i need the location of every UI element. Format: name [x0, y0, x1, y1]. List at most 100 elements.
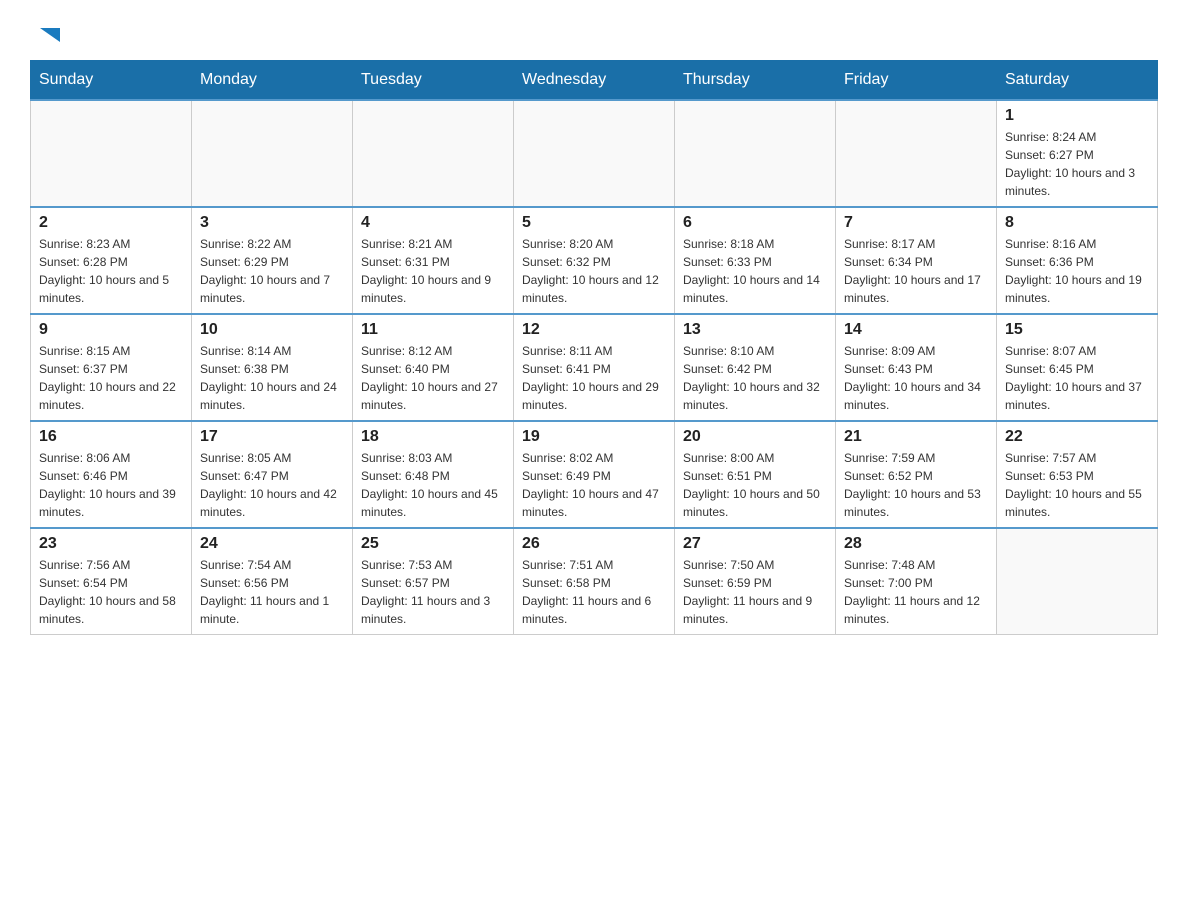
calendar-cell: 21 Sunrise: 7:59 AMSunset: 6:52 PMDayligh… — [836, 421, 997, 528]
day-number: 14 — [844, 321, 988, 339]
calendar-cell — [675, 100, 836, 207]
weekday-header-saturday: Saturday — [997, 61, 1158, 101]
calendar-cell: 17 Sunrise: 8:05 AMSunset: 6:47 PMDayligh… — [192, 421, 353, 528]
calendar-cell: 16 Sunrise: 8:06 AMSunset: 6:46 PMDayligh… — [31, 421, 192, 528]
day-info: Sunrise: 7:54 AMSunset: 6:56 PMDaylight:… — [200, 556, 344, 628]
day-info: Sunrise: 8:16 AMSunset: 6:36 PMDaylight:… — [1005, 235, 1149, 307]
weekday-header-thursday: Thursday — [675, 61, 836, 101]
calendar-week-row: 23 Sunrise: 7:56 AMSunset: 6:54 PMDayligh… — [31, 528, 1158, 635]
day-info: Sunrise: 8:18 AMSunset: 6:33 PMDaylight:… — [683, 235, 827, 307]
day-number: 7 — [844, 214, 988, 232]
calendar-cell — [997, 528, 1158, 635]
calendar-cell: 22 Sunrise: 7:57 AMSunset: 6:53 PMDayligh… — [997, 421, 1158, 528]
calendar-cell: 2 Sunrise: 8:23 AMSunset: 6:28 PMDaylight… — [31, 207, 192, 314]
calendar-cell: 24 Sunrise: 7:54 AMSunset: 6:56 PMDayligh… — [192, 528, 353, 635]
calendar-cell — [836, 100, 997, 207]
day-number: 2 — [39, 214, 183, 232]
calendar-week-row: 9Sunrise: 8:15 AMSunset: 6:37 PMDaylight… — [31, 314, 1158, 421]
day-number: 12 — [522, 321, 666, 339]
day-number: 20 — [683, 428, 827, 446]
day-info: Sunrise: 8:23 AMSunset: 6:28 PMDaylight:… — [39, 235, 183, 307]
day-info: Sunrise: 8:12 AMSunset: 6:40 PMDaylight:… — [361, 342, 505, 414]
day-number: 21 — [844, 428, 988, 446]
day-info: Sunrise: 7:59 AMSunset: 6:52 PMDaylight:… — [844, 449, 988, 521]
calendar-week-row: 2 Sunrise: 8:23 AMSunset: 6:28 PMDaylight… — [31, 207, 1158, 314]
day-number: 27 — [683, 535, 827, 553]
day-info: Sunrise: 8:10 AMSunset: 6:42 PMDaylight:… — [683, 342, 827, 414]
calendar-cell: 15Sunrise: 8:07 AMSunset: 6:45 PMDayligh… — [997, 314, 1158, 421]
day-number: 3 — [200, 214, 344, 232]
calendar-cell: 10 Sunrise: 8:14 AMSunset: 6:38 PMDayligh… — [192, 314, 353, 421]
calendar-cell: 28 Sunrise: 7:48 AMSunset: 7:00 PMDayligh… — [836, 528, 997, 635]
calendar-cell: 13 Sunrise: 8:10 AMSunset: 6:42 PMDayligh… — [675, 314, 836, 421]
day-number: 22 — [1005, 428, 1149, 446]
day-info: Sunrise: 8:03 AMSunset: 6:48 PMDaylight:… — [361, 449, 505, 521]
day-info: Sunrise: 7:56 AMSunset: 6:54 PMDaylight:… — [39, 556, 183, 628]
calendar-cell: 3 Sunrise: 8:22 AMSunset: 6:29 PMDaylight… — [192, 207, 353, 314]
weekday-header-tuesday: Tuesday — [353, 61, 514, 101]
day-number: 16 — [39, 428, 183, 446]
day-info: Sunrise: 7:51 AMSunset: 6:58 PMDaylight:… — [522, 556, 666, 628]
calendar-cell: 23 Sunrise: 7:56 AMSunset: 6:54 PMDayligh… — [31, 528, 192, 635]
day-number: 13 — [683, 321, 827, 339]
day-number: 25 — [361, 535, 505, 553]
calendar-cell: 7 Sunrise: 8:17 AMSunset: 6:34 PMDaylight… — [836, 207, 997, 314]
logo-triangle-icon — [32, 20, 62, 50]
calendar-cell: 14 Sunrise: 8:09 AMSunset: 6:43 PMDayligh… — [836, 314, 997, 421]
day-info: Sunrise: 8:20 AMSunset: 6:32 PMDaylight:… — [522, 235, 666, 307]
day-info: Sunrise: 8:00 AMSunset: 6:51 PMDaylight:… — [683, 449, 827, 521]
calendar-cell — [514, 100, 675, 207]
day-info: Sunrise: 8:05 AMSunset: 6:47 PMDaylight:… — [200, 449, 344, 521]
calendar-cell: 27 Sunrise: 7:50 AMSunset: 6:59 PMDayligh… — [675, 528, 836, 635]
calendar-cell: 11 Sunrise: 8:12 AMSunset: 6:40 PMDayligh… — [353, 314, 514, 421]
day-info: Sunrise: 8:22 AMSunset: 6:29 PMDaylight:… — [200, 235, 344, 307]
calendar-header-row: SundayMondayTuesdayWednesdayThursdayFrid… — [31, 61, 1158, 101]
day-number: 17 — [200, 428, 344, 446]
day-number: 11 — [361, 321, 505, 339]
weekday-header-monday: Monday — [192, 61, 353, 101]
day-number: 10 — [200, 321, 344, 339]
day-number: 28 — [844, 535, 988, 553]
day-info: Sunrise: 8:11 AMSunset: 6:41 PMDaylight:… — [522, 342, 666, 414]
calendar-week-row: 16 Sunrise: 8:06 AMSunset: 6:46 PMDayligh… — [31, 421, 1158, 528]
day-number: 15 — [1005, 321, 1149, 339]
weekday-header-friday: Friday — [836, 61, 997, 101]
weekday-header-sunday: Sunday — [31, 61, 192, 101]
calendar-cell: 9Sunrise: 8:15 AMSunset: 6:37 PMDaylight… — [31, 314, 192, 421]
calendar-cell — [31, 100, 192, 207]
calendar-week-row: 1Sunrise: 8:24 AMSunset: 6:27 PMDaylight… — [31, 100, 1158, 207]
logo — [30, 20, 62, 50]
day-number: 6 — [683, 214, 827, 232]
day-number: 18 — [361, 428, 505, 446]
day-info: Sunrise: 8:02 AMSunset: 6:49 PMDaylight:… — [522, 449, 666, 521]
calendar-cell: 5Sunrise: 8:20 AMSunset: 6:32 PMDaylight… — [514, 207, 675, 314]
calendar-cell: 19 Sunrise: 8:02 AMSunset: 6:49 PMDayligh… — [514, 421, 675, 528]
day-info: Sunrise: 7:57 AMSunset: 6:53 PMDaylight:… — [1005, 449, 1149, 521]
calendar-table: SundayMondayTuesdayWednesdayThursdayFrid… — [30, 60, 1158, 635]
calendar-cell: 4Sunrise: 8:21 AMSunset: 6:31 PMDaylight… — [353, 207, 514, 314]
calendar-cell: 1Sunrise: 8:24 AMSunset: 6:27 PMDaylight… — [997, 100, 1158, 207]
day-info: Sunrise: 8:17 AMSunset: 6:34 PMDaylight:… — [844, 235, 988, 307]
calendar-cell: 26 Sunrise: 7:51 AMSunset: 6:58 PMDayligh… — [514, 528, 675, 635]
day-number: 23 — [39, 535, 183, 553]
calendar-cell: 18 Sunrise: 8:03 AMSunset: 6:48 PMDayligh… — [353, 421, 514, 528]
day-info: Sunrise: 8:15 AMSunset: 6:37 PMDaylight:… — [39, 342, 183, 414]
day-info: Sunrise: 8:21 AMSunset: 6:31 PMDaylight:… — [361, 235, 505, 307]
day-info: Sunrise: 8:14 AMSunset: 6:38 PMDaylight:… — [200, 342, 344, 414]
calendar-cell: 12 Sunrise: 8:11 AMSunset: 6:41 PMDayligh… — [514, 314, 675, 421]
calendar-cell — [192, 100, 353, 207]
day-number: 19 — [522, 428, 666, 446]
calendar-cell: 20 Sunrise: 8:00 AMSunset: 6:51 PMDayligh… — [675, 421, 836, 528]
day-info: Sunrise: 8:09 AMSunset: 6:43 PMDaylight:… — [844, 342, 988, 414]
day-number: 8 — [1005, 214, 1149, 232]
day-number: 26 — [522, 535, 666, 553]
calendar-cell: 25Sunrise: 7:53 AMSunset: 6:57 PMDayligh… — [353, 528, 514, 635]
day-info: Sunrise: 8:24 AMSunset: 6:27 PMDaylight:… — [1005, 128, 1149, 200]
day-info: Sunrise: 7:50 AMSunset: 6:59 PMDaylight:… — [683, 556, 827, 628]
weekday-header-wednesday: Wednesday — [514, 61, 675, 101]
page-header — [30, 20, 1158, 50]
day-info: Sunrise: 8:06 AMSunset: 6:46 PMDaylight:… — [39, 449, 183, 521]
day-number: 24 — [200, 535, 344, 553]
calendar-cell: 8 Sunrise: 8:16 AMSunset: 6:36 PMDaylight… — [997, 207, 1158, 314]
day-info: Sunrise: 7:48 AMSunset: 7:00 PMDaylight:… — [844, 556, 988, 628]
